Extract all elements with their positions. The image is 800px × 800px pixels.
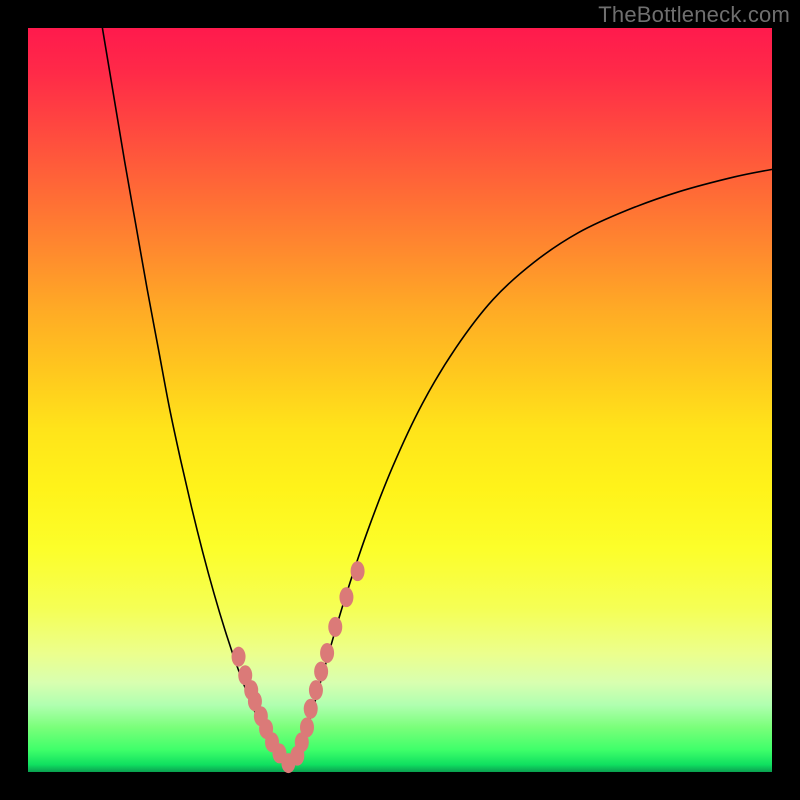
bead-marker (304, 699, 318, 719)
curves-svg (28, 28, 772, 772)
left-branch-curve (102, 28, 288, 765)
bead-marker (351, 561, 365, 581)
right-branch-curve (288, 169, 772, 764)
bead-marker (320, 643, 334, 663)
bead-marker (328, 617, 342, 637)
chart-frame: TheBottleneck.com (0, 0, 800, 800)
plot-area (28, 28, 772, 772)
bead-group (232, 561, 365, 773)
bead-marker (300, 717, 314, 737)
bead-marker (339, 587, 353, 607)
bead-marker (232, 647, 246, 667)
watermark-text: TheBottleneck.com (598, 2, 790, 28)
bead-marker (309, 680, 323, 700)
bead-marker (314, 662, 328, 682)
